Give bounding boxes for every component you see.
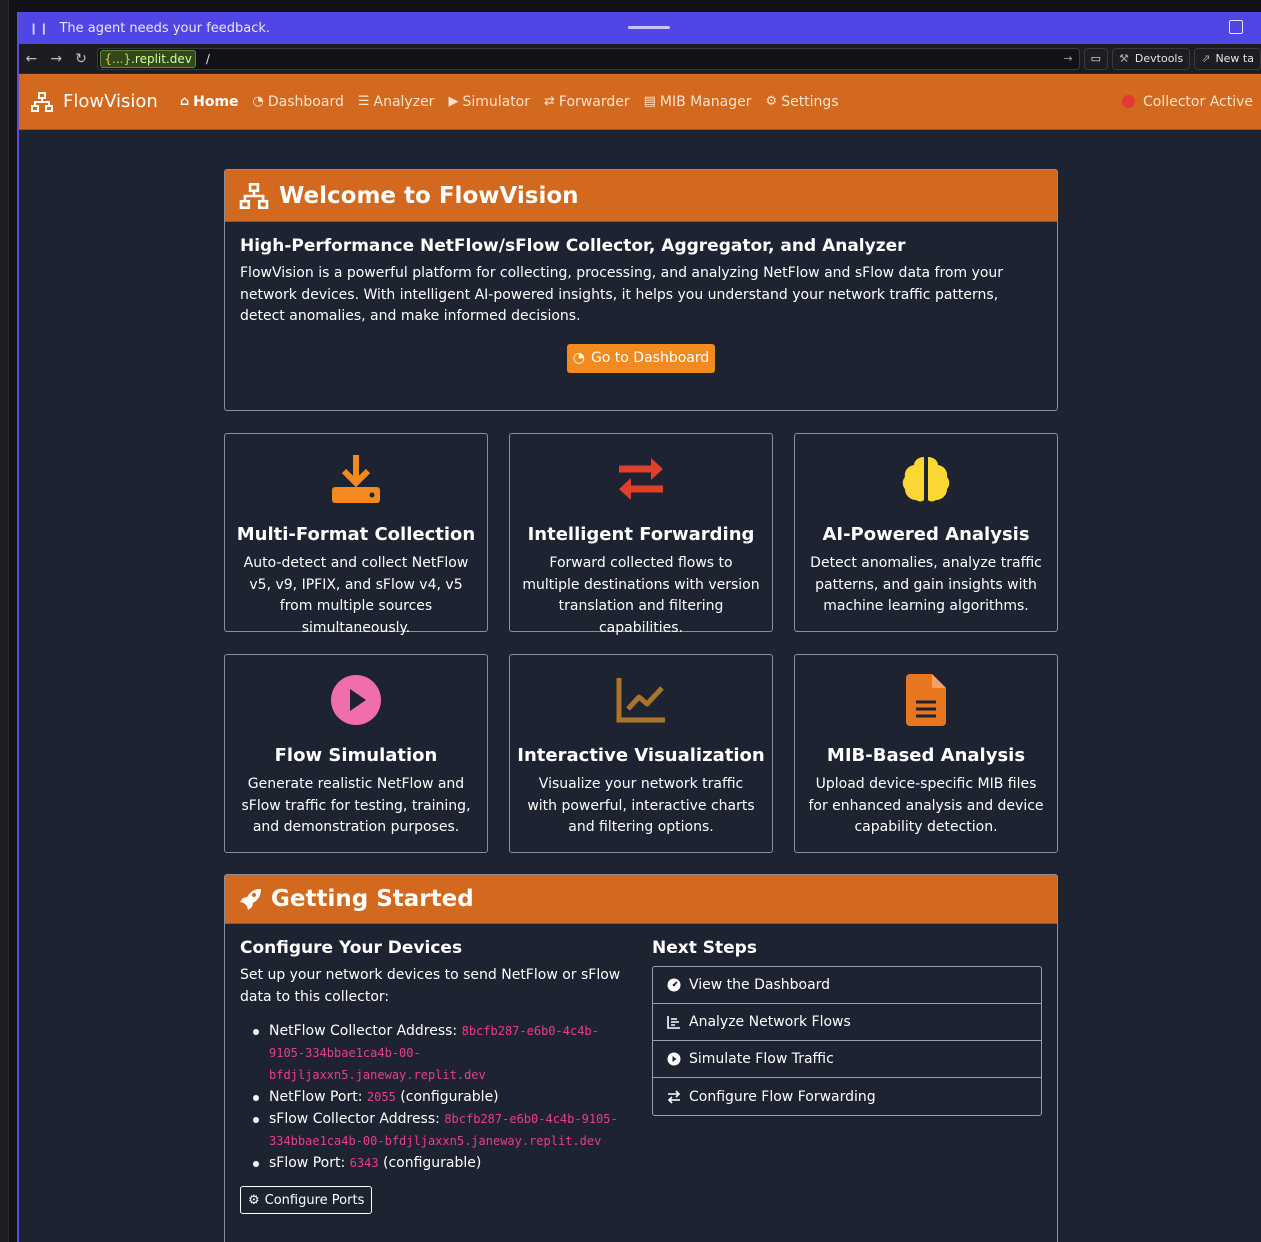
url-path: / — [205, 51, 210, 66]
forward-arrow-icon[interactable]: → — [44, 51, 69, 67]
status-dot-icon — [1122, 95, 1135, 108]
back-arrow-icon[interactable]: ← — [19, 51, 44, 67]
welcome-title: Welcome to FlowVision — [279, 182, 579, 209]
exchange-icon — [667, 1089, 683, 1104]
nav-mib-manager[interactable]: ▤ MIB Manager — [644, 94, 752, 110]
exchange-icon — [510, 452, 772, 506]
feature-card: MIB-Based Analysis Upload device-specifi… — [794, 654, 1058, 853]
next-steps-list: View the Dashboard Analyze Network Flows… — [652, 966, 1042, 1116]
feature-desc: Forward collected flows to multiple dest… — [522, 555, 760, 636]
url-input[interactable]: {...}.replit.dev / → — [97, 47, 1080, 70]
gauge-icon: ◔ — [252, 94, 264, 109]
feature-title: AI-Powered Analysis — [822, 524, 1030, 545]
feature-card: Multi-Format Collection Auto-detect and … — [224, 433, 488, 636]
pause-icon: ❙❙ — [29, 21, 50, 35]
nav-home[interactable]: ⌂ Home — [180, 94, 239, 110]
document-icon — [795, 673, 1057, 727]
chart-bars-icon — [667, 1015, 683, 1029]
feature-card: Intelligent Forwarding Forward collected… — [509, 433, 773, 636]
play-icon: ▶ — [448, 94, 459, 109]
file-icon: ▤ — [643, 94, 656, 109]
next-step-simulate-traffic[interactable]: Simulate Flow Traffic — [653, 1041, 1041, 1078]
browser-toolbar: ← → ↻ {...}.replit.dev / → ▭ ⚒ Devtools ⇗… — [19, 44, 1261, 74]
feature-title: Intelligent Forwarding — [527, 524, 755, 545]
nav-dashboard[interactable]: ◔ Dashboard — [253, 94, 344, 110]
collector-status: Collector Active — [1122, 94, 1253, 110]
chart-bars-icon: ☰ — [357, 94, 370, 109]
app-navbar: FlowVision ⌂ Home ◔ Dashboard ☰ Analyzer ▶ S… — [19, 74, 1261, 130]
main-content: Welcome to FlowVision High-Performance N… — [224, 169, 1058, 1242]
nav-analyzer[interactable]: ☰ Analyzer — [358, 94, 435, 110]
next-step-view-dashboard[interactable]: View the Dashboard — [653, 967, 1041, 1004]
play-circle-icon — [225, 673, 487, 727]
next-steps-section: Next Steps View the Dashboard Analyze Ne… — [652, 938, 1042, 1214]
screen-icon-button[interactable]: ▭ — [1083, 47, 1109, 70]
configure-ports-button[interactable]: ⚙ Configure Ports — [240, 1186, 373, 1214]
getting-started-card: Getting Started Configure Your Devices S… — [224, 874, 1058, 1242]
home-icon: ⌂ — [179, 94, 190, 109]
reload-icon[interactable]: ↻ — [69, 51, 94, 67]
list-item: NetFlow Collector Address: 8bcfb287-e6b0… — [250, 1020, 637, 1086]
preview-pane: ❙❙ The agent needs your feedback. ← → ↻ … — [17, 12, 1261, 1242]
next-steps-heading: Next Steps — [652, 938, 757, 958]
next-step-analyze-flows[interactable]: Analyze Network Flows — [653, 1004, 1041, 1041]
configure-heading: Configure Your Devices — [240, 938, 463, 958]
list-item: sFlow Port: 6343 (configurable) — [250, 1152, 637, 1174]
feature-card: Interactive Visualization Visualize your… — [509, 654, 773, 853]
nav-settings[interactable]: ⚙ Settings — [766, 94, 839, 110]
configure-intro: Set up your network devices to send NetF… — [240, 967, 621, 1005]
screen: ❙❙ The agent needs your feedback. ← → ↻ … — [0, 0, 1261, 1242]
feature-card: AI-Powered Analysis Detect anomalies, an… — [794, 433, 1058, 632]
nav-simulator[interactable]: ▶ Simulator — [448, 94, 530, 110]
wrench-icon: ⚒ — [1119, 52, 1129, 65]
rocket-icon — [240, 889, 261, 910]
welcome-subtitle: High-Performance NetFlow/sFlow Collector… — [240, 236, 906, 256]
download-icon — [225, 452, 487, 506]
play-circle-icon — [667, 1052, 683, 1066]
url-host: {...}.replit.dev — [100, 49, 196, 68]
gear-icon: ⚙ — [765, 94, 778, 109]
gauge-icon — [667, 978, 683, 992]
agent-message: The agent needs your feedback. — [59, 20, 271, 36]
feature-desc: Visualize your network traffic with powe… — [527, 776, 755, 835]
agent-feedback-bar[interactable]: ❙❙ The agent needs your feedback. — [19, 12, 1261, 44]
welcome-description: FlowVision is a powerful platform for co… — [240, 265, 1004, 324]
brand-name: FlowVision — [63, 91, 158, 112]
welcome-card: Welcome to FlowVision High-Performance N… — [224, 169, 1058, 411]
next-step-configure-forwarding[interactable]: Configure Flow Forwarding — [653, 1078, 1041, 1115]
list-item: NetFlow Port: 2055 (configurable) — [250, 1086, 637, 1108]
feature-title: Flow Simulation — [274, 745, 438, 766]
line-chart-icon — [510, 673, 772, 727]
feature-desc: Generate realistic NetFlow and sFlow tra… — [241, 776, 471, 835]
feature-title: MIB-Based Analysis — [826, 745, 1026, 766]
feature-grid: Multi-Format Collection Auto-detect and … — [224, 433, 1058, 853]
feature-title: Interactive Visualization — [517, 745, 765, 766]
getting-started-header: Getting Started — [225, 875, 1057, 924]
go-arrow-icon[interactable]: → — [1063, 52, 1072, 65]
feature-desc: Upload device-specific MIB files for enh… — [808, 776, 1044, 835]
brand[interactable]: FlowVision — [31, 91, 158, 112]
gear-icon: ⚙ — [248, 1192, 260, 1208]
gauge-icon: ◔ — [572, 350, 585, 366]
new-tab-button[interactable]: ⇗ New ta — [1194, 47, 1261, 70]
collector-info-list: NetFlow Collector Address: 8bcfb287-e6b0… — [240, 1020, 637, 1174]
drag-handle[interactable] — [628, 26, 670, 29]
configure-section: Configure Your Devices Set up your netwo… — [240, 938, 637, 1214]
network-icon — [31, 91, 53, 112]
nav-forwarder[interactable]: ⇄ Forwarder — [544, 94, 630, 110]
feature-title: Multi-Format Collection — [236, 524, 476, 545]
list-item: sFlow Collector Address: 8bcfb287-e6b0-4… — [250, 1108, 637, 1152]
feature-card: Flow Simulation Generate realistic NetFl… — [224, 654, 488, 853]
feature-desc: Detect anomalies, analyze traffic patter… — [810, 555, 1042, 614]
side-panel-edge — [0, 0, 9, 1242]
network-icon — [239, 182, 269, 209]
expand-icon[interactable] — [1229, 20, 1243, 34]
exchange-icon: ⇄ — [544, 94, 555, 109]
feature-desc: Auto-detect and collect NetFlow v5, v9, … — [243, 555, 469, 636]
welcome-header: Welcome to FlowVision — [225, 170, 1057, 222]
external-link-icon: ⇗ — [1201, 52, 1211, 65]
go-to-dashboard-button[interactable]: ◔ Go to Dashboard — [567, 343, 715, 373]
devtools-button[interactable]: ⚒ Devtools — [1112, 47, 1191, 70]
brain-icon — [795, 452, 1057, 506]
